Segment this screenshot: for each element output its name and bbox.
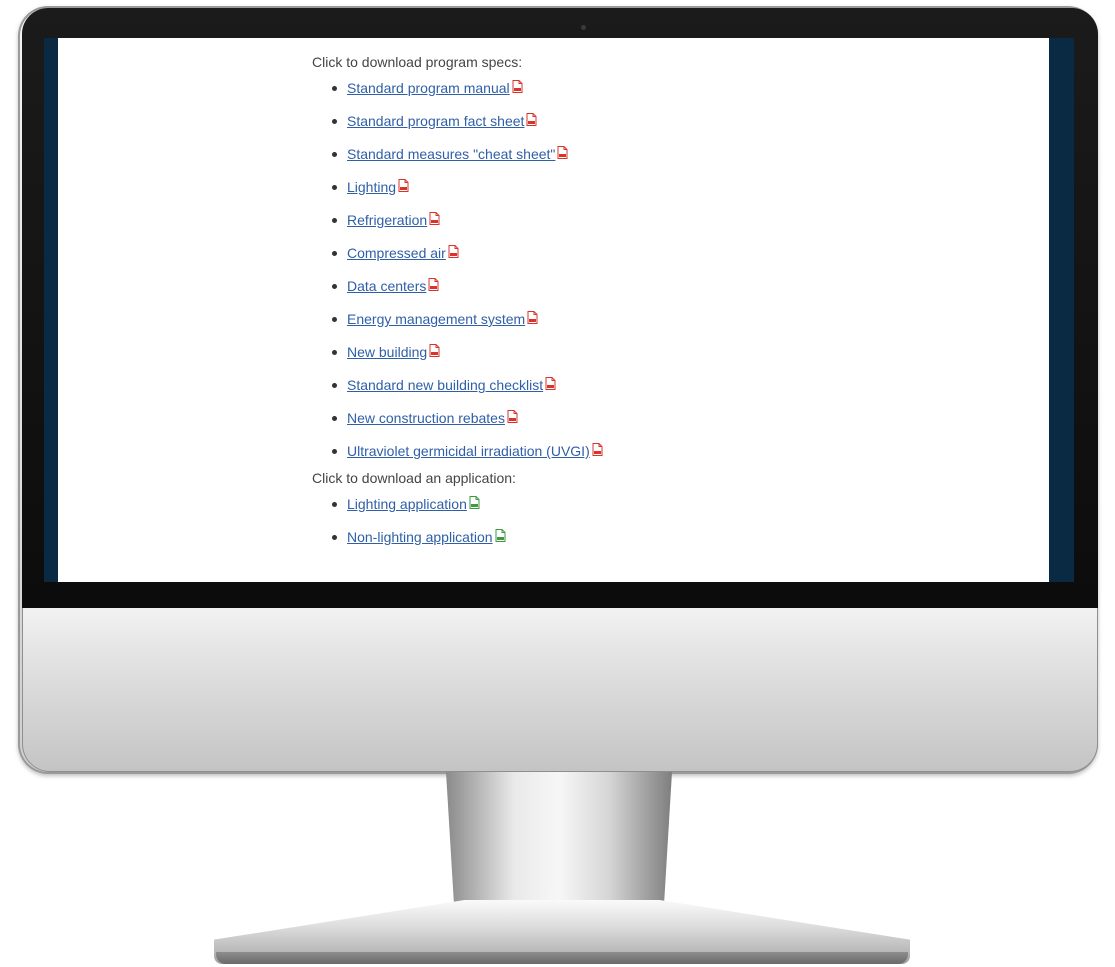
pdf-file-icon[interactable] xyxy=(398,171,409,204)
download-link[interactable]: Lighting application xyxy=(347,496,467,512)
spec-download-list: Standard program manual Standard program … xyxy=(312,72,1012,468)
web-page: Click to download program specs: Standar… xyxy=(58,38,1049,582)
spec-intro-text: Click to download program specs: xyxy=(312,54,523,70)
pdf-file-icon[interactable] xyxy=(527,303,538,336)
list-item: Non-lighting application xyxy=(312,521,1012,554)
download-link[interactable]: Data centers xyxy=(347,278,426,294)
list-item: Compressed air xyxy=(312,237,1012,270)
download-link[interactable]: Standard program manual xyxy=(347,80,510,96)
list-item: New building xyxy=(312,336,1012,369)
download-link[interactable]: Compressed air xyxy=(347,245,446,261)
pdf-file-icon[interactable] xyxy=(592,435,603,468)
download-link[interactable]: Ultraviolet germicidal irradiation (UVGI… xyxy=(347,443,590,459)
list-item: Lighting application xyxy=(312,488,1012,521)
download-link[interactable]: Refrigeration xyxy=(347,212,427,228)
pdf-file-icon[interactable] xyxy=(428,270,439,303)
list-item: Standard program manual xyxy=(312,72,1012,105)
list-item: Energy management system xyxy=(312,303,1012,336)
application-intro-text: Click to download an application: xyxy=(312,470,516,486)
pdf-file-icon[interactable] xyxy=(507,402,518,435)
camera-icon xyxy=(581,25,586,30)
pdf-file-icon[interactable] xyxy=(429,204,440,237)
list-item: Lighting xyxy=(312,171,1012,204)
screen: Click to download program specs: Standar… xyxy=(44,38,1074,582)
list-item: Standard new building checklist xyxy=(312,369,1012,402)
list-item: New construction rebates xyxy=(312,402,1012,435)
pdf-file-icon[interactable] xyxy=(429,336,440,369)
list-item: Data centers xyxy=(312,270,1012,303)
spreadsheet-file-icon[interactable] xyxy=(495,521,506,554)
downloads-section: Click to download program specs: Standar… xyxy=(312,52,1012,554)
spreadsheet-file-icon[interactable] xyxy=(469,488,480,521)
list-item: Refrigeration xyxy=(312,204,1012,237)
pdf-file-icon[interactable] xyxy=(545,369,556,402)
pdf-file-icon[interactable] xyxy=(512,72,523,105)
list-item: Standard measures "cheat sheet" xyxy=(312,138,1012,171)
download-link[interactable]: Lighting xyxy=(347,179,396,195)
download-link[interactable]: New building xyxy=(347,344,427,360)
list-item: Standard program fact sheet xyxy=(312,105,1012,138)
application-download-list: Lighting application Non-lighting applica… xyxy=(312,488,1012,554)
download-link[interactable]: Standard measures "cheat sheet" xyxy=(347,146,555,162)
download-link[interactable]: Energy management system xyxy=(347,311,525,327)
download-link[interactable]: Non-lighting application xyxy=(347,529,493,545)
download-link[interactable]: Standard program fact sheet xyxy=(347,113,524,129)
download-link[interactable]: New construction rebates xyxy=(347,410,505,426)
download-link[interactable]: Standard new building checklist xyxy=(347,377,543,393)
pdf-file-icon[interactable] xyxy=(448,237,459,270)
monitor-stand-neck xyxy=(446,772,672,922)
monitor-stand-base-edge xyxy=(216,952,908,964)
pdf-file-icon[interactable] xyxy=(526,105,537,138)
pdf-file-icon[interactable] xyxy=(557,138,568,171)
monitor-chin xyxy=(22,606,1098,772)
list-item: Ultraviolet germicidal irradiation (UVGI… xyxy=(312,435,1012,468)
